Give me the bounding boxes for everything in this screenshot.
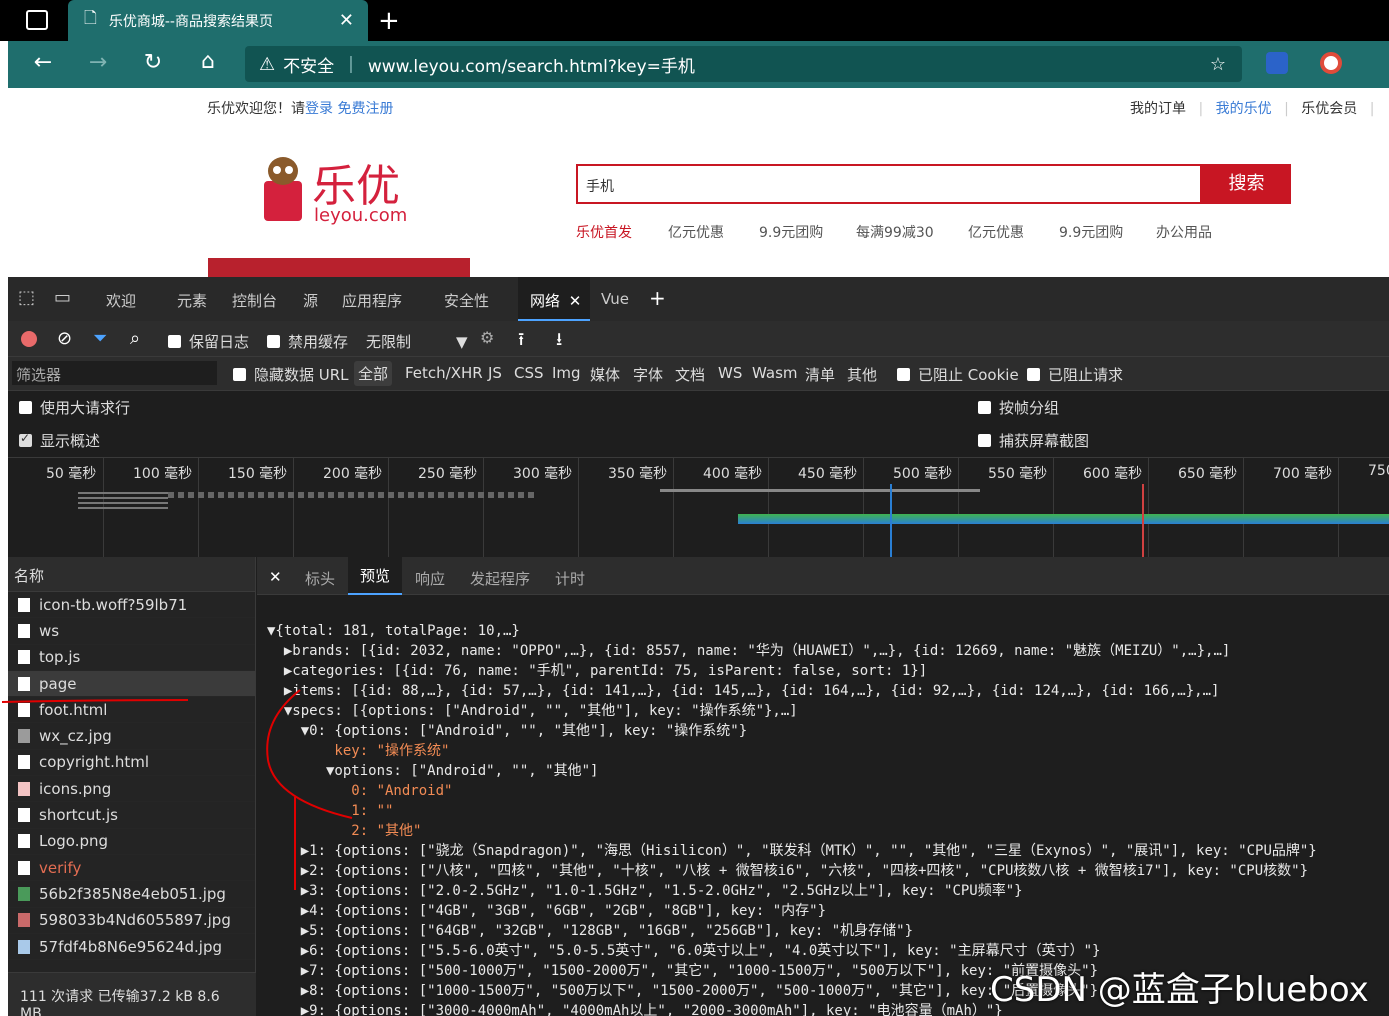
annotation-strokes	[1, 689, 353, 890]
screen: { "browser":{ "tab_title":"乐优商城--商品搜索结果页…	[0, 0, 1389, 1016]
watermark: CSDN @蓝盒子bluebox	[990, 970, 1369, 1010]
